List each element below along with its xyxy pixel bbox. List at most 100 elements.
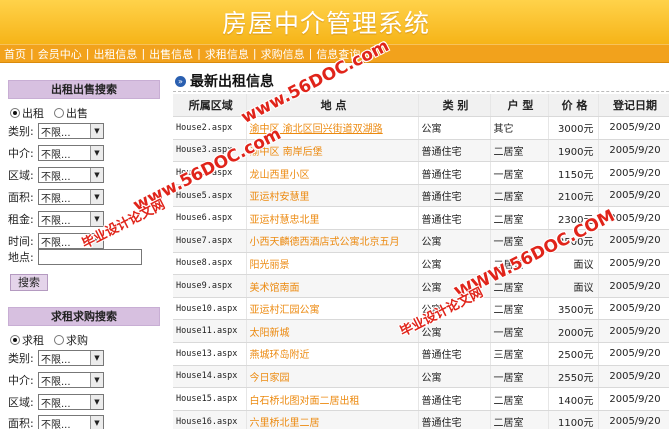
col-header-layout: 户 型	[490, 94, 549, 118]
table-row: House2.aspx 渝中区 渝北区回兴街道双湖路 公寓 其它 3000元 2…	[173, 116, 669, 140]
chevron-down-icon: ▼	[90, 351, 103, 365]
chevron-down-icon: ▼	[90, 168, 103, 182]
nav-member-center[interactable]: 会员中心	[38, 46, 82, 62]
chevron-down-icon: ▼	[90, 146, 103, 160]
chevron-down-icon: ▼	[90, 395, 103, 409]
table-row: House8.aspx 阳光丽景 公寓 二居室 面议 2005/9/20	[173, 252, 669, 276]
rent-sale-radio-group: 出租 出售	[10, 105, 88, 121]
table-row: House11.aspx 太阳新城 公寓 一居室 2000元 2005/9/20	[173, 319, 669, 344]
listing-link[interactable]: 小西天麟德西酒店式公寓北京五月	[250, 237, 400, 248]
nav-separator: |	[30, 47, 34, 60]
table-row: House5.aspx 龙山西里小区 普通住宅 一居室 1150元 2005/9…	[173, 161, 669, 185]
table-row: House3.aspx 渝中区 南岸后堡 普通住宅 二居室 1900元 2005…	[173, 139, 669, 163]
nav-rent-info[interactable]: 出租信息	[93, 46, 137, 62]
want-area-select[interactable]: 不限... ▼	[38, 415, 104, 429]
area-select[interactable]: 不限... ▼	[38, 189, 104, 205]
want-radio-group: 求租 求购	[10, 332, 88, 348]
radio-checked-icon	[10, 108, 20, 118]
want-filter-category: 类别: 不限... ▼	[8, 349, 104, 367]
table-row: House6.aspx 亚运村慧忠北里 普通住宅 二居室 2300元 2005/…	[173, 206, 669, 231]
radio-want-buy[interactable]: 求购	[54, 332, 88, 348]
filter-rent: 租金: 不限... ▼	[8, 210, 104, 228]
chevron-down-icon: ▼	[90, 212, 103, 226]
table-row: House14.aspx 今日家园 公寓 一居室 2550元 2005/9/20	[173, 365, 669, 389]
sidebar: 出租出售搜索 出租 出售 类别: 不限... ▼ 中介: 不限... ▼ 区域: 不…	[0, 63, 168, 429]
table-row: House10.aspx 亚运村汇园公寓 公寓 二居室 3500元 2005/9…	[173, 297, 669, 321]
radio-rent[interactable]: 出租	[10, 105, 44, 121]
listing-link[interactable]: 燕城环岛附近	[250, 350, 310, 361]
table-header-row: 所属区域 地 点 类 别 户 型 价 格 登记日期	[173, 94, 669, 118]
listing-link[interactable]: 渝中区 渝北区回兴街道双湖路	[250, 124, 383, 135]
listing-link[interactable]: 亚运村安慧里	[250, 192, 310, 203]
table-row: House9.aspx 美术馆南面 公寓 二居室 面议 2005/9/20	[173, 274, 669, 298]
section-title: 最新出租信息	[190, 74, 274, 90]
filter-category: 类别: 不限... ▼	[8, 122, 104, 140]
site-title: 房屋中介管理系统	[222, 9, 431, 38]
chevron-down-icon: ▼	[90, 373, 103, 387]
want-filter-district: 区域: 不限... ▼	[8, 393, 104, 411]
col-header-category: 类 别	[418, 94, 491, 118]
listing-link[interactable]: 亚运村汇园公寓	[250, 305, 320, 316]
table-row: House7.aspx 小西天麟德西酒店式公寓北京五月 公寓 一居室 2500元…	[173, 229, 669, 253]
want-category-select[interactable]: 不限... ▼	[38, 350, 104, 366]
want-district-select[interactable]: 不限... ▼	[38, 394, 104, 410]
listing-link[interactable]: 白石桥北图对面二居出租	[250, 396, 360, 407]
radio-checked-icon	[10, 335, 20, 345]
address-input[interactable]	[38, 249, 142, 265]
listing-table: 所属区域 地 点 类 别 户 型 价 格 登记日期 House2.aspx 渝中…	[173, 94, 669, 429]
listing-link[interactable]: 龙山西里小区	[250, 170, 310, 181]
rent-sale-search-title: 出租出售搜索	[8, 80, 160, 99]
category-select[interactable]: 不限... ▼	[38, 123, 104, 139]
section-header: » 最新出租信息	[175, 71, 274, 91]
radio-unchecked-icon	[54, 335, 64, 345]
nav-sale-info[interactable]: 出售信息	[149, 46, 193, 62]
rent-select[interactable]: 不限... ▼	[38, 211, 104, 227]
want-filter-agency: 中介: 不限... ▼	[8, 371, 104, 389]
radio-want-rent[interactable]: 求租	[10, 332, 44, 348]
filter-district: 区域: 不限... ▼	[8, 166, 104, 184]
chevron-down-icon: ▼	[90, 124, 103, 138]
listing-link[interactable]: 阳光丽景	[250, 260, 290, 271]
table-row: House13.aspx 燕城环岛附近 普通住宅 三居室 2500元 2005/…	[173, 342, 669, 366]
divider	[173, 91, 669, 92]
table-row: House5.aspx 亚运村安慧里 普通住宅 二居室 2100元 2005/9…	[173, 184, 669, 208]
table-row: House15.aspx 白石桥北图对面二居出租 普通住宅 二居室 1400元 …	[173, 387, 669, 411]
nav-want-buy[interactable]: 求购信息	[261, 46, 305, 62]
listing-link[interactable]: 今日家园	[250, 373, 290, 384]
main-content: » 最新出租信息 所属区域 地 点 类 别 户 型 价 格 登记日期 House…	[173, 63, 669, 429]
listing-table-wrap: 所属区域 地 点 类 别 户 型 价 格 登记日期 House2.aspx 渝中…	[173, 94, 669, 429]
col-header-date: 登记日期	[598, 94, 669, 118]
header-banner: 房屋中介管理系统	[0, 0, 669, 44]
radio-sale[interactable]: 出售	[54, 105, 88, 121]
listing-link[interactable]: 美术馆南面	[250, 283, 300, 294]
chevron-down-icon: ▼	[90, 234, 103, 248]
col-header-location: 地 点	[246, 94, 419, 118]
agency-select[interactable]: 不限... ▼	[38, 145, 104, 161]
nav-separator: |	[141, 47, 146, 60]
filter-agency: 中介: 不限... ▼	[8, 144, 104, 162]
col-header-price: 价 格	[548, 94, 599, 118]
listing-link[interactable]: 六里桥北里二居	[250, 418, 320, 429]
listing-link[interactable]: 渝中区 南岸后堡	[250, 147, 323, 158]
time-select[interactable]: 不限... ▼	[38, 233, 104, 249]
want-filter-area: 面积: 不限... ▼	[8, 414, 104, 429]
arrow-circle-icon: »	[175, 75, 186, 87]
nav-want-rent[interactable]: 求租信息	[205, 46, 249, 62]
nav-separator: |	[197, 47, 201, 60]
nav-home[interactable]: 首页	[4, 46, 26, 62]
listing-link[interactable]: 太阳新城	[250, 328, 290, 339]
radio-unchecked-icon	[54, 108, 64, 118]
district-select[interactable]: 不限... ▼	[38, 167, 104, 183]
table-row: House16.aspx 六里桥北里二居 普通住宅 二居室 1100元 2005…	[173, 410, 669, 429]
search-button[interactable]: 搜索	[10, 274, 48, 291]
nav-separator: |	[85, 47, 90, 60]
nav-info-query[interactable]: 信息查询	[316, 46, 360, 62]
nav-separator: |	[252, 47, 257, 60]
filter-area: 面积: 不限... ▼	[8, 188, 104, 206]
filter-address: 地点:	[8, 248, 142, 266]
want-agency-select[interactable]: 不限... ▼	[38, 372, 104, 388]
want-search-title: 求租求购搜索	[8, 307, 160, 326]
col-header-district: 所属区域	[173, 94, 247, 118]
main-nav: 首页 | 会员中心 | 出租信息 | 出售信息 | 求租信息 | 求购信息 | …	[0, 44, 669, 63]
listing-link[interactable]: 亚运村慧忠北里	[250, 215, 320, 226]
